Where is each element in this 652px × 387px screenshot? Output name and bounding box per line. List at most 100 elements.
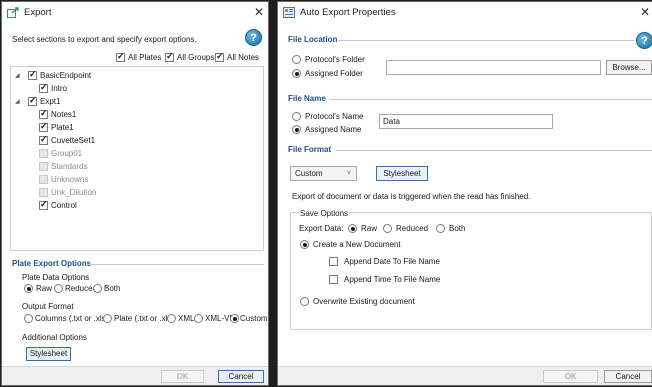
tree-item-label: Plate1 xyxy=(51,123,74,132)
tree-checkbox-unknowns xyxy=(39,175,48,184)
sections-tree[interactable]: ◢ BasicEndpoint Intro ◢ Expt1 Notes1 Pla… xyxy=(10,66,264,251)
data-raw-label: Raw xyxy=(36,284,53,293)
append-date-checkbox[interactable] xyxy=(329,257,338,266)
save-options-group xyxy=(290,212,652,330)
auto-export-title: Auto Export Properties xyxy=(300,7,396,18)
create-new-document-radio[interactable] xyxy=(300,240,309,249)
tree-checkbox-control[interactable] xyxy=(39,199,48,210)
auto-export-footer: OK Cancel xyxy=(278,366,652,385)
all-plates-label: All Plates xyxy=(128,53,162,62)
folder-path-input[interactable] xyxy=(386,60,601,75)
cancel-button[interactable]: Cancel xyxy=(604,370,652,383)
close-icon[interactable]: ✕ xyxy=(640,5,650,19)
tree-item-label: Unknowns xyxy=(51,175,89,184)
all-notes-checkbox[interactable] xyxy=(215,51,224,62)
tree-item-label: Standards xyxy=(51,162,88,171)
section-divider xyxy=(330,99,652,100)
tree-item-label: BasicEndpoint xyxy=(40,71,92,80)
trigger-description: Export of document or data is triggered … xyxy=(292,192,531,201)
export-raw-label: Raw xyxy=(361,224,378,233)
chevron-down-icon: ˅ xyxy=(346,170,351,177)
format-select-value: Custom xyxy=(295,169,323,178)
protocols-name-radio[interactable] xyxy=(292,112,301,121)
stylesheet-button[interactable]: Stylesheet xyxy=(26,347,71,361)
help-icon[interactable]: ? xyxy=(636,32,652,49)
data-both-radio[interactable] xyxy=(93,284,102,293)
tree-checkbox-plate1[interactable] xyxy=(39,121,48,132)
format-custom-radio[interactable] xyxy=(230,314,239,323)
export-both-radio[interactable] xyxy=(436,224,445,233)
save-options-label: Save Options xyxy=(299,209,350,218)
ok-button[interactable]: OK xyxy=(161,370,204,383)
append-time-label: Append Time To File Name xyxy=(344,275,441,284)
all-groups-label: All Groups xyxy=(177,53,215,62)
tree-item-label: CuvetteSet1 xyxy=(51,136,96,145)
section-divider xyxy=(336,150,652,151)
assigned-name-label: Assigned Name xyxy=(305,125,362,134)
overwrite-existing-label: Overwrite Existing document xyxy=(313,297,415,306)
format-columns-radio[interactable] xyxy=(24,314,33,323)
cancel-button[interactable]: Cancel xyxy=(218,370,264,383)
data-raw-radio[interactable] xyxy=(24,284,33,293)
auto-export-dialog: Auto Export Properties ✕ ? File Location… xyxy=(277,1,652,386)
data-reduced-radio[interactable] xyxy=(54,284,63,293)
stylesheet-button[interactable]: Stylesheet xyxy=(376,166,428,181)
export-both-label: Both xyxy=(449,224,466,233)
section-divider xyxy=(88,264,264,265)
file-location-heading: File Location xyxy=(288,35,338,44)
tree-checkbox-expt1[interactable] xyxy=(28,95,37,106)
export-instruction: Select sections to export and specify ex… xyxy=(12,35,197,44)
export-raw-radio[interactable] xyxy=(348,224,357,233)
tree-item-label: Notes1 xyxy=(51,110,77,119)
tree-checkbox-intro[interactable] xyxy=(39,82,48,93)
format-columns-label: Columns (.txt or .xls) xyxy=(35,314,109,323)
append-date-label: Append Date To File Name xyxy=(344,257,440,266)
export-reduced-radio[interactable] xyxy=(383,224,392,233)
format-plate-radio[interactable] xyxy=(103,314,112,323)
format-xml-label: XML xyxy=(178,314,195,323)
file-name-input[interactable]: Data xyxy=(379,114,553,129)
tree-checkbox-notes1[interactable] xyxy=(39,108,48,119)
assigned-name-radio[interactable] xyxy=(292,125,301,134)
format-select[interactable]: Custom ˅ xyxy=(290,166,357,181)
tree-checkbox-standards xyxy=(39,162,48,171)
auto-export-app-icon xyxy=(283,7,295,18)
append-time-checkbox[interactable] xyxy=(329,275,338,284)
all-plates-checkbox[interactable] xyxy=(116,51,125,62)
export-data-label: Export Data: xyxy=(299,224,344,233)
tree-checkbox-basicendpoint[interactable] xyxy=(28,69,37,80)
output-format-label: Output Format xyxy=(22,302,74,311)
protocols-name-label: Protocol's Name xyxy=(305,112,364,121)
assigned-folder-label: Assigned Folder xyxy=(305,69,363,78)
tree-item-label: Expt1 xyxy=(40,97,61,106)
format-plate-label: Plate (.txt or .xls) xyxy=(114,314,175,323)
plate-data-options-label: Plate Data Options xyxy=(22,273,90,282)
help-icon[interactable]: ? xyxy=(245,29,262,46)
format-xml-radio[interactable] xyxy=(167,314,176,323)
export-reduced-label: Reduced xyxy=(396,224,429,233)
assigned-folder-radio[interactable] xyxy=(292,69,301,78)
expand-arrow-icon[interactable]: ◢ xyxy=(15,98,20,105)
ok-button[interactable]: OK xyxy=(543,370,598,383)
data-both-label: Both xyxy=(104,284,121,293)
tree-checkbox-cuvetteset1[interactable] xyxy=(39,134,48,145)
format-xml-v5-radio[interactable] xyxy=(194,314,203,323)
export-footer: OK Cancel xyxy=(2,366,268,385)
tree-item-label: Group01 xyxy=(51,149,83,158)
export-titlebar[interactable]: Export ✕ xyxy=(2,2,268,24)
export-app-icon xyxy=(7,7,19,18)
additional-options-label: Additional Options xyxy=(22,333,87,342)
tree-checkbox-unk-dilution xyxy=(39,188,48,197)
tree-item-label: Unk_Dilution xyxy=(51,188,97,197)
export-dialog: Export ✕ Select sections to export and s… xyxy=(1,1,269,386)
protocols-folder-radio[interactable] xyxy=(292,55,301,64)
auto-export-titlebar[interactable]: Auto Export Properties ✕ xyxy=(278,2,652,24)
section-divider xyxy=(338,40,634,41)
overwrite-existing-radio[interactable] xyxy=(300,297,309,306)
all-groups-checkbox[interactable] xyxy=(165,51,174,62)
all-notes-label: All Notes xyxy=(227,53,260,62)
close-icon[interactable]: ✕ xyxy=(254,5,264,19)
browse-button[interactable]: Browse... xyxy=(606,60,652,75)
protocols-folder-label: Protocol's Folder xyxy=(305,55,365,64)
expand-arrow-icon[interactable]: ◢ xyxy=(15,72,20,79)
